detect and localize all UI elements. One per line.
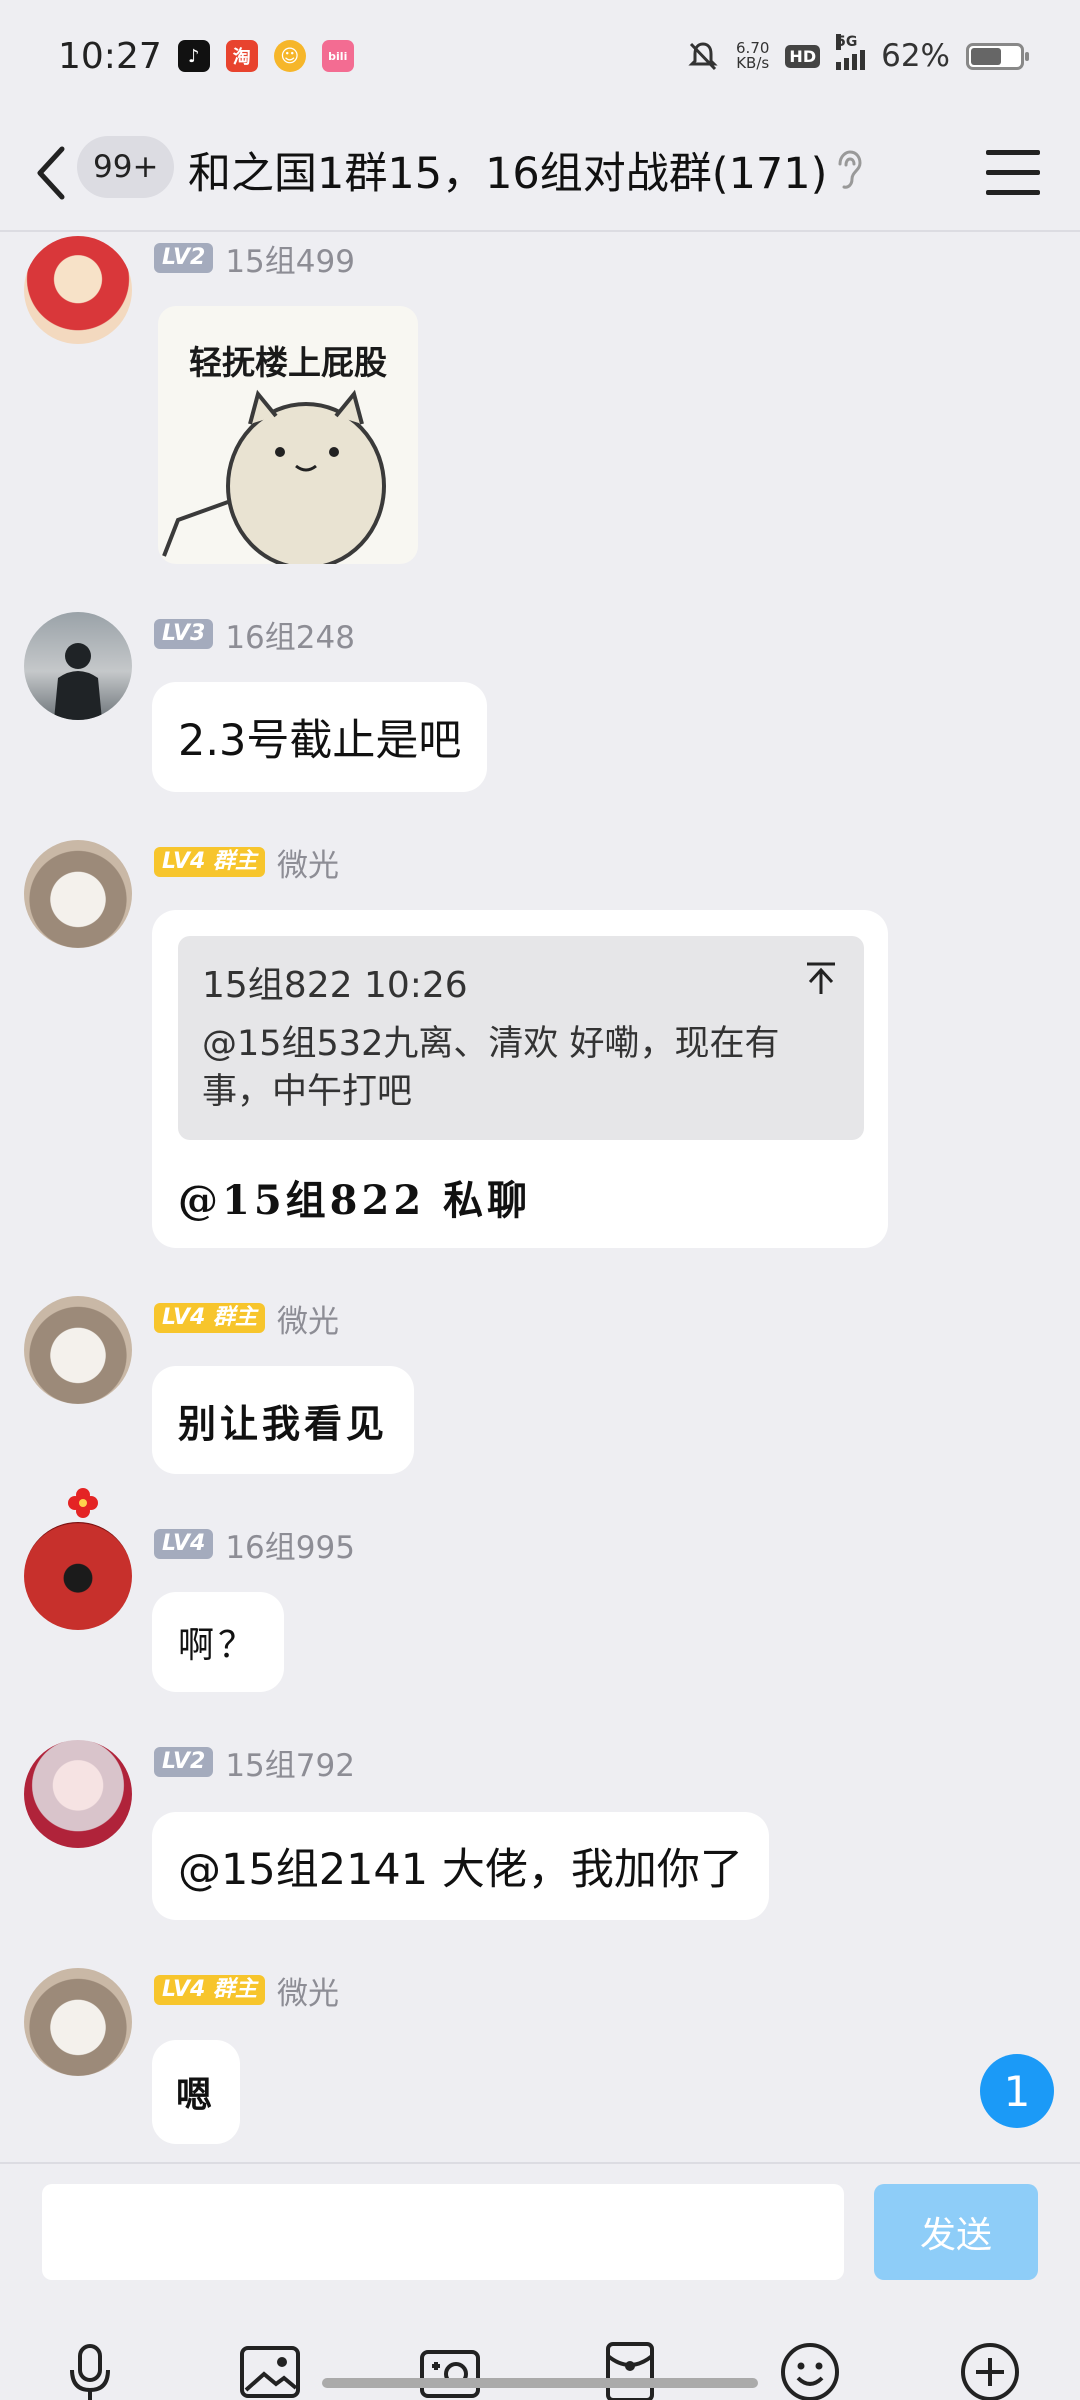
level-badge: LV3 <box>154 619 214 649</box>
avatar[interactable] <box>24 1296 132 1404</box>
status-bar: 10:27 ♪ 淘 ☺ bili 6.70 KB/s HD 5G 62% <box>0 0 1080 112</box>
level-badge: LV2 <box>154 1747 214 1777</box>
battery-icon <box>966 42 1029 70</box>
reply-message-bubble[interactable]: 15组822 10:26 @15组532九离、清欢 好嘞，现在有事，中午打吧 @… <box>152 910 888 1248</box>
message-meta: LV2 15组792 <box>154 1744 355 1784</box>
chevron-left-icon <box>37 146 65 200</box>
level-badge: LV4 <box>154 1529 214 1559</box>
message-bubble[interactable]: 2.3号截止是吧 <box>152 682 488 792</box>
message-meta: LV2 15组499 <box>154 240 355 280</box>
menu-icon-line <box>986 189 1040 195</box>
camera-icon <box>420 2350 480 2398</box>
back-button[interactable] <box>32 138 76 208</box>
level-badge: LV4 群主 <box>154 1303 266 1333</box>
sender-name[interactable]: 16组995 <box>225 1522 355 1567</box>
menu-icon-line <box>986 169 1040 175</box>
menu-button[interactable] <box>986 142 1040 202</box>
more-button[interactable] <box>954 2336 1026 2400</box>
emoji-icon <box>781 2343 839 2400</box>
voice-button[interactable] <box>54 2336 126 2400</box>
chat-header: 99+ 和之国1群15，16组对战群(171) <box>0 112 1080 232</box>
avatar[interactable] <box>24 1522 132 1630</box>
quote-text: @15组532九离、清欢 好嘞，现在有事，中午打吧 <box>202 1024 780 1112</box>
app-icon: ☺ <box>273 40 306 72</box>
avatar-figure <box>54 643 102 720</box>
camera-button[interactable] <box>414 2336 486 2400</box>
album-button[interactable] <box>234 2336 306 2400</box>
level-badge: LV4 群主 <box>154 847 266 877</box>
sender-name[interactable]: 微光 <box>277 840 339 885</box>
avatar[interactable] <box>24 840 132 948</box>
mute-icon <box>688 42 718 71</box>
level-badge: LV2 <box>154 243 214 273</box>
avatar[interactable] <box>24 612 132 720</box>
message-meta: LV4 群主 微光 <box>154 844 339 884</box>
status-time: 10:27 <box>58 35 162 77</box>
message-bubble[interactable]: @15组2141 大佬，我加你了 <box>152 1812 769 1920</box>
new-message-counter[interactable]: 1 <box>980 2054 1054 2128</box>
quoted-message[interactable]: 15组822 10:26 @15组532九离、清欢 好嘞，现在有事，中午打吧 <box>178 936 864 1140</box>
tiktok-icon: ♪ <box>177 40 210 72</box>
toolbar <box>0 2342 1080 2400</box>
message-meta: LV3 16组248 <box>154 616 355 656</box>
message-bubble[interactable]: 嗯 <box>152 2040 241 2144</box>
chat-title[interactable]: 和之国1群15，16组对战群(171) <box>188 139 827 201</box>
sender-name[interactable]: 微光 <box>277 1968 339 2013</box>
red-packet-button[interactable] <box>594 2336 666 2400</box>
jump-to-original-icon[interactable] <box>804 960 838 996</box>
level-badge: LV4 群主 <box>154 1975 266 2005</box>
signal-icon: 5G <box>836 34 866 70</box>
net-speed: 6.70 KB/s <box>736 39 770 72</box>
bilibili-icon: bili <box>321 40 354 72</box>
taobao-icon: 淘 <box>225 40 258 72</box>
quote-meta: 15组822 10:26 <box>202 965 468 1006</box>
plus-icon <box>961 2343 1019 2400</box>
avatar[interactable] <box>24 1740 132 1848</box>
reply-text: @15组822 私聊 <box>178 1177 532 1224</box>
sender-name[interactable]: 16组248 <box>225 612 355 657</box>
avatar[interactable] <box>24 236 132 344</box>
flower-decoration-icon <box>68 1488 98 1518</box>
sender-name[interactable]: 微光 <box>277 1296 339 1341</box>
avatar[interactable] <box>24 1968 132 2076</box>
home-indicator[interactable] <box>322 2378 758 2388</box>
message-bubble[interactable]: 别让我看见 <box>152 1366 415 1474</box>
microphone-icon <box>70 2344 110 2400</box>
image-icon <box>240 2346 300 2398</box>
message-meta: LV4 16组995 <box>154 1526 355 1566</box>
send-button[interactable]: 发送 <box>874 2184 1038 2280</box>
unread-badge[interactable]: 99+ <box>77 136 175 198</box>
sender-name[interactable]: 15组499 <box>225 236 355 281</box>
hd-icon: HD <box>785 44 821 68</box>
sticker-image[interactable]: 轻抚楼上屁股 <box>158 306 418 564</box>
message-meta: LV4 群主 微光 <box>154 1972 339 2012</box>
menu-icon-line <box>986 149 1040 155</box>
message-meta: LV4 群主 微光 <box>154 1300 339 1340</box>
emoji-button[interactable] <box>774 2336 846 2400</box>
sticker-caption: 轻抚楼上屁股 <box>189 343 387 382</box>
battery-percent: 62% <box>881 38 950 74</box>
input-bar: 发送 <box>0 2162 1080 2400</box>
red-packet-icon <box>606 2342 654 2400</box>
ear-icon[interactable] <box>832 148 864 192</box>
sender-name[interactable]: 15组792 <box>225 1740 355 1785</box>
message-bubble[interactable]: 啊？ <box>152 1592 285 1692</box>
message-input[interactable] <box>42 2184 844 2280</box>
